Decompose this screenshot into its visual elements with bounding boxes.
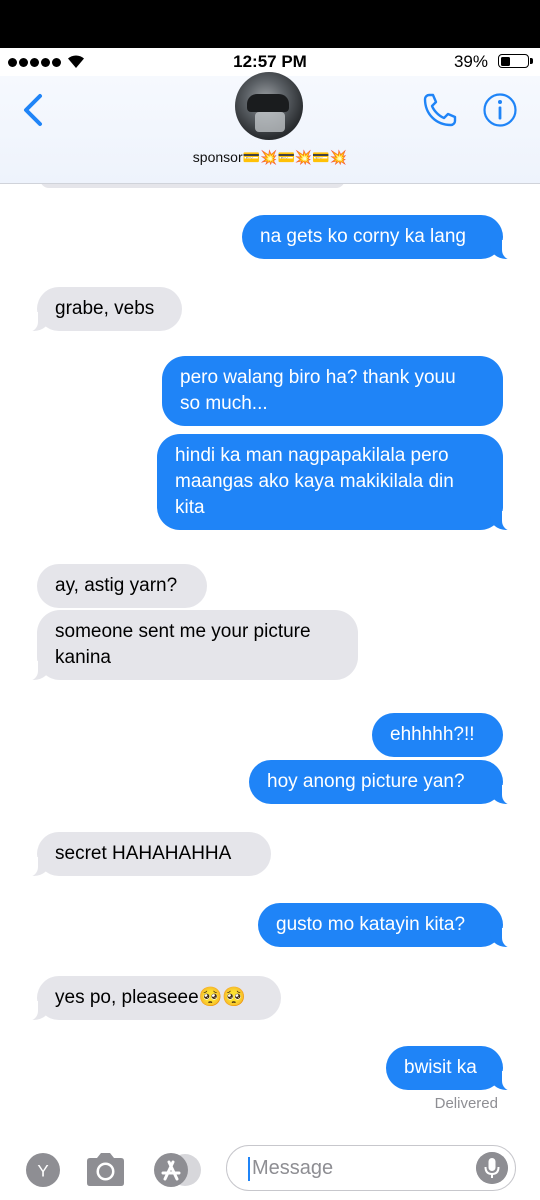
message-bubble-outgoing[interactable]: gusto mo katayin kita?	[258, 903, 516, 948]
text-cursor	[248, 1157, 250, 1181]
message-text: yes po, pleaseee🥺🥺	[55, 987, 246, 1008]
message-bubble-incoming[interactable]: grabe, vebs	[24, 287, 182, 332]
message-field[interactable]	[226, 1145, 516, 1191]
battery-icon	[498, 54, 529, 68]
apps-button[interactable]: Y	[25, 1152, 61, 1188]
message-text-line: pero walang biro ha? thank youu	[180, 367, 456, 388]
microphone-icon[interactable]	[476, 1152, 508, 1184]
apps-button-letter: Y	[37, 1162, 48, 1181]
message-text-line: kita	[175, 497, 205, 518]
message-text-line: kanina	[55, 647, 111, 668]
battery-percentage: 39%	[453, 52, 488, 71]
battery-nub	[530, 58, 533, 64]
message-text-line: so much...	[180, 393, 268, 414]
message-text-line: someone sent me your picture	[55, 621, 311, 642]
contact-name[interactable]: sponsor💳💥💳💥💳💥	[0, 149, 540, 166]
message-bubble-incoming[interactable]: yes po, pleaseee🥺🥺	[24, 976, 281, 1021]
message-text-line: maangas ako kaya makikilala din	[175, 471, 454, 492]
message-bubble-outgoing[interactable]: hoy anong picture yan?	[249, 760, 516, 805]
app-store-icon[interactable]	[153, 1152, 203, 1188]
input-bar: Y	[0, 1130, 540, 1200]
message-bubble-incoming[interactable]: ay, astig yarn?	[37, 564, 207, 608]
camera-icon[interactable]	[84, 1152, 127, 1188]
message-input[interactable]	[252, 1152, 467, 1184]
message-bubble-incoming[interactable]: secret HAHAHAHHA	[24, 832, 271, 877]
previous-message-bubble	[40, 184, 345, 188]
delivery-status: Delivered	[434, 1095, 498, 1112]
message-text: ay, astig yarn?	[55, 575, 178, 596]
message-list[interactable]: na gets ko corny ka lang grabe, vebs per…	[0, 184, 540, 1130]
contact-avatar[interactable]	[235, 72, 303, 140]
message-text: hoy anong picture yan?	[267, 771, 465, 792]
chevron-left-icon[interactable]	[18, 90, 50, 130]
message-text: gusto mo katayin kita?	[276, 914, 466, 935]
message-text: ehhhhh?!!	[390, 724, 475, 745]
message-bubble-outgoing[interactable]: hindi ka man nagpapakilala pero maangas …	[157, 434, 516, 531]
conversation-header: sponsor💳💥💳💥💳💥	[0, 72, 540, 184]
message-text-line: hindi ka man nagpapakilala pero	[175, 445, 449, 466]
message-bubble-outgoing[interactable]: ehhhhh?!!	[372, 713, 503, 757]
message-bubble-outgoing[interactable]: pero walang biro ha? thank youu so much.…	[162, 356, 503, 426]
message-bubble-outgoing[interactable]: bwisit ka	[386, 1046, 516, 1091]
message-text: bwisit ka	[404, 1057, 477, 1078]
phone-icon[interactable]	[420, 90, 460, 130]
info-icon[interactable]	[482, 92, 518, 128]
message-text: grabe, vebs	[55, 298, 155, 319]
message-bubble-outgoing[interactable]: na gets ko corny ka lang	[242, 215, 516, 260]
message-text: secret HAHAHAHHA	[55, 843, 232, 864]
message-text: na gets ko corny ka lang	[260, 226, 466, 247]
top-black-bar	[0, 0, 540, 48]
message-bubble-incoming[interactable]: someone sent me your picture kanina	[24, 610, 358, 681]
